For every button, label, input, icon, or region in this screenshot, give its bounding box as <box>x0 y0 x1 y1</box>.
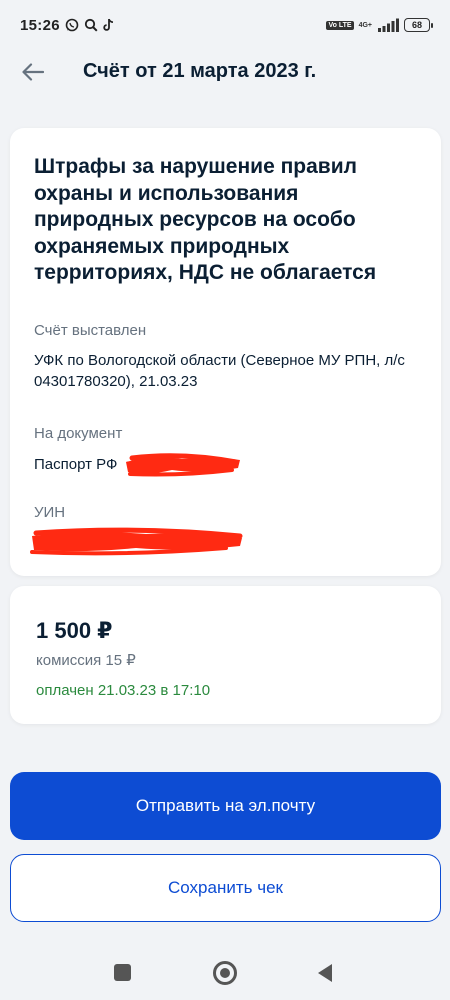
arrow-left-icon <box>22 63 44 81</box>
system-nav-bar <box>0 950 450 1000</box>
status-right: Vo LTE 4G+ 68 <box>326 18 433 32</box>
send-email-button[interactable]: Отправить на эл.почту <box>10 772 441 840</box>
uin-label: УИН <box>34 504 66 521</box>
invoice-details-card: Штрафы за нарушение правил охраны и испо… <box>10 128 441 576</box>
signal-icon <box>378 18 399 32</box>
status-left: 15:26 <box>20 17 115 34</box>
network-type: 4G+ <box>358 21 372 29</box>
header: Счёт от 21 марта 2023 г. <box>0 50 450 94</box>
whatsapp-icon <box>65 18 79 32</box>
battery-icon: 68 <box>404 18 433 32</box>
tiktok-icon <box>103 18 113 31</box>
service-title: Штрафы за нарушение правил охраны и испо… <box>34 155 377 284</box>
volte-badge: Vo LTE <box>326 20 354 30</box>
status-bar: 15:26 Vo LTE 4G+ 68 <box>0 0 450 50</box>
issued-value: УФК по Вологодской области (Северное МУ … <box>34 352 405 390</box>
save-receipt-button[interactable]: Сохранить чек <box>10 854 441 922</box>
battery-level: 68 <box>411 20 422 30</box>
search-icon <box>84 18 98 32</box>
system-back-icon[interactable] <box>318 964 332 982</box>
issued-label: Счёт выставлен <box>34 322 147 339</box>
amount-value: 1 500 ₽ <box>36 618 113 643</box>
home-icon[interactable] <box>213 961 237 985</box>
document-label: На документ <box>34 425 123 442</box>
redaction-mark-uin <box>30 527 243 556</box>
payment-status: оплачен 21.03.23 в 17:10 <box>36 682 211 699</box>
back-button[interactable] <box>18 58 48 86</box>
status-time: 15:26 <box>20 16 60 34</box>
commission-value: комиссия 15 ₽ <box>36 652 136 669</box>
payment-summary-card: 1 500 ₽ комиссия 15 ₽ оплачен 21.03.23 в… <box>10 586 441 724</box>
page-title: Счёт от 21 марта 2023 г. <box>83 60 317 82</box>
recents-icon[interactable] <box>114 964 131 981</box>
redaction-mark-document <box>126 453 240 477</box>
